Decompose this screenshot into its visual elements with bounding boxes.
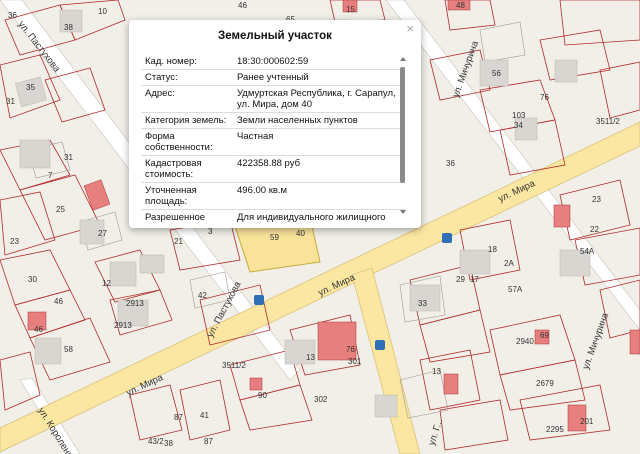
parcel-number-label: 31 xyxy=(6,97,15,106)
parcel-number-label: 21 xyxy=(174,237,183,246)
info-row: Кадастровая стоимость: 422358.88 руб xyxy=(141,156,405,183)
parcel-number-label: 58 xyxy=(64,345,73,354)
parcel-number-label: 18 xyxy=(488,245,497,254)
popup-title: Земельный участок xyxy=(218,30,332,42)
row-label: Кад. номер: xyxy=(145,56,197,67)
parcel-number-label: 38 xyxy=(64,23,73,32)
row-value: Для индивидуального жилищного xyxy=(237,212,386,222)
row-label: Форма собственности: xyxy=(145,131,213,153)
parcel-number-label: 27 xyxy=(98,229,107,238)
parcel-info-popup: Земельный участок × Кад. номер: 18:30:00… xyxy=(129,20,421,228)
info-row: Статус: Ранее учтенный xyxy=(141,70,405,86)
scroll-up-arrow-icon[interactable] xyxy=(400,57,406,61)
parcel-number-label: 23 xyxy=(10,237,19,246)
scroll-down-arrow-icon[interactable] xyxy=(400,210,406,214)
parcel-number-label: 43/2 xyxy=(148,437,164,446)
parcel-number-label: 201 xyxy=(580,417,594,426)
row-value: 496.00 кв.м xyxy=(237,185,288,196)
parcel-number-label: 13 xyxy=(306,353,315,362)
parcel-number-label: 40 xyxy=(296,229,305,238)
parcel-number-label: 3 xyxy=(208,227,213,236)
row-value: Ранее учтенный xyxy=(237,72,309,83)
parcel-number-label: 103 xyxy=(512,111,526,120)
row-value: 18:30:000602:59 xyxy=(237,56,309,67)
row-value: Земли населенных пунктов xyxy=(237,115,358,126)
parcel-number-label: 22 xyxy=(590,225,599,234)
parcel-number-label: 38 xyxy=(164,439,173,448)
parcel-number-label: 31 xyxy=(64,153,73,162)
parcel-number-label: 59 xyxy=(270,233,279,242)
parcel-number-label: 2А xyxy=(504,259,514,268)
info-row: Форма собственности: Частная xyxy=(141,129,405,156)
info-row: Уточненная площадь: 496.00 кв.м xyxy=(141,183,405,210)
parcel-number-label: 46 xyxy=(34,325,43,334)
parcel-number-label: 25 xyxy=(56,205,65,214)
parcel-number-label: 48 xyxy=(456,1,465,10)
row-label: Уточненная площадь: xyxy=(145,185,197,207)
row-value: Удмуртская Республика, г. Сарапул, ул. М… xyxy=(237,88,396,110)
parcel-number-label: 76 xyxy=(540,93,549,102)
parcel-number-label: 2913 xyxy=(126,299,144,308)
parcel-number-label: 10 xyxy=(98,7,107,16)
parcel-number-label: 46 xyxy=(54,297,63,306)
popup-body: Кад. номер: 18:30:000602:59 Статус: Ране… xyxy=(141,54,405,222)
parcel-number-label: 36 xyxy=(8,11,17,20)
parcel-number-label: 2913 xyxy=(114,321,132,330)
parcel-number-label: 36 xyxy=(446,159,455,168)
parcel-number-label: 54А xyxy=(580,247,595,256)
row-value: 422358.88 руб xyxy=(237,158,301,169)
row-value: Частная xyxy=(237,131,274,142)
parcel-number-label: 87 xyxy=(174,413,183,422)
parcel-number-label: 12 xyxy=(102,279,111,288)
row-label: Адрес: xyxy=(145,88,175,99)
close-icon[interactable]: × xyxy=(406,21,414,36)
parcel-number-label: 76 xyxy=(346,345,355,354)
parcel-number-label: 33 xyxy=(418,299,427,308)
parcel-number-label: 23 xyxy=(592,195,601,204)
info-row: Категория земель: Земли населенных пункт… xyxy=(141,113,405,129)
row-label: Кадастровая стоимость: xyxy=(145,158,202,180)
parcel-number-label: 29 xyxy=(456,275,465,284)
parcel-number-label: 41 xyxy=(200,411,209,420)
row-label: Категория земель: xyxy=(145,115,227,126)
parcel-number-label: 87 xyxy=(204,437,213,446)
parcel-number-label: 30 xyxy=(28,275,37,284)
parcel-number-label: 2679 xyxy=(536,379,554,388)
parcel-number-label: 42 xyxy=(198,291,207,300)
parcel-number-label: 90 xyxy=(258,391,267,400)
parcel-number-label: 15 xyxy=(346,5,355,14)
parcel-number-label: 34 xyxy=(514,121,523,130)
parcel-number-label: 17 xyxy=(470,275,479,284)
parcel-number-label: 35 xyxy=(26,83,35,92)
parcel-number-label: 301 xyxy=(348,357,362,366)
parcel-number-label: 302 xyxy=(314,395,328,404)
info-row: Адрес: Удмуртская Республика, г. Сарапул… xyxy=(141,86,405,113)
popup-scrollbar[interactable] xyxy=(400,67,405,183)
row-label: Статус: xyxy=(145,72,178,83)
parcel-number-label: 2940 xyxy=(516,337,534,346)
row-label: Разрешенное xyxy=(145,212,206,222)
parcel-number-label: 69 xyxy=(540,331,549,340)
quarter-label: 3511/2 xyxy=(222,361,246,370)
info-row: Разрешенное Для индивидуального жилищног… xyxy=(141,210,405,222)
quarter-label: 3511/2 xyxy=(596,117,620,126)
parcel-number-label: 56 xyxy=(492,69,501,78)
info-row: Кад. номер: 18:30:000602:59 xyxy=(141,54,405,70)
parcel-number-label: 57А xyxy=(508,285,523,294)
parcel-number-label: 7 xyxy=(48,171,53,180)
parcel-number-label: 46 xyxy=(238,1,247,10)
parcel-number-label: 2295 xyxy=(546,425,564,434)
parcel-number-label: 13 xyxy=(432,367,441,376)
